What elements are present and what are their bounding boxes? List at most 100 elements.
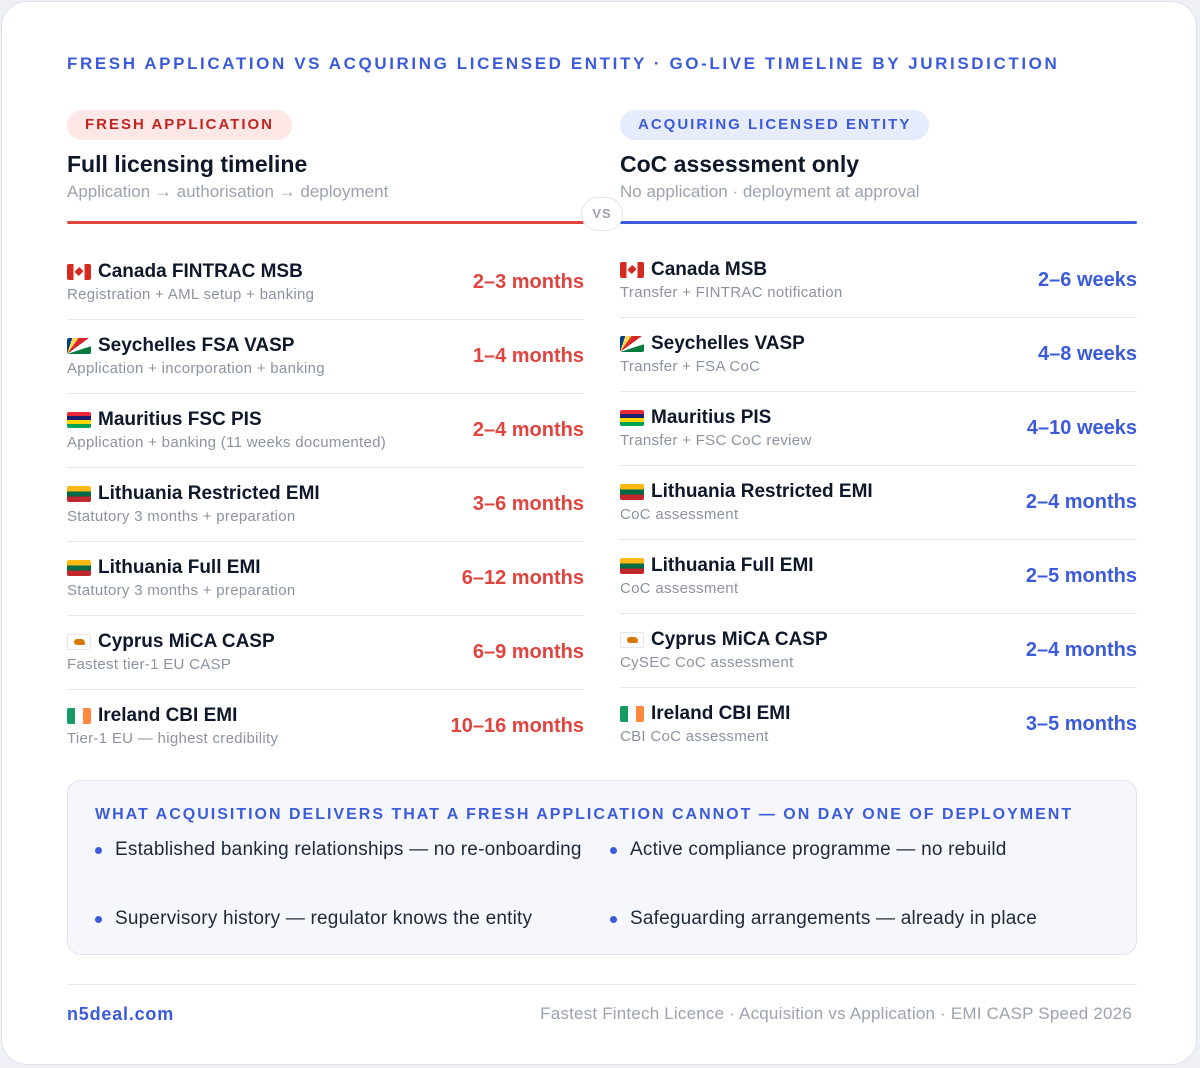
jurisdiction-name: Seychelles FSA VASP — [67, 335, 294, 357]
lithuania-flag-icon — [67, 486, 91, 502]
list-item: Ireland CBI EMI CBI CoC assessment 3–5 m… — [620, 688, 1137, 762]
jurisdiction-name: Ireland CBI EMI — [67, 705, 237, 727]
jurisdiction-description: Application + incorporation + banking — [67, 360, 325, 377]
jurisdiction-label: Cyprus MiCA CASP — [651, 629, 828, 650]
jurisdiction-description: Transfer + FSC CoC review — [620, 432, 812, 449]
list-item: Seychelles FSA VASP Application + incorp… — [67, 320, 584, 394]
timeline-value: 6–9 months — [472, 641, 584, 663]
jurisdiction-description: CySEC CoC assessment — [620, 654, 794, 671]
fresh-application-column-header: FRESH APPLICATION Full licensing timelin… — [67, 110, 584, 224]
list-item: Lithuania Full EMI Statutory 3 months + … — [67, 542, 584, 616]
lithuania-flag-icon — [620, 484, 644, 500]
jurisdiction-name: Ireland CBI EMI — [620, 703, 790, 725]
timeline-value: 2–5 months — [1025, 565, 1137, 587]
jurisdiction-description: Statutory 3 months + preparation — [67, 508, 296, 525]
jurisdiction-label: Cyprus MiCA CASP — [98, 631, 275, 652]
jurisdiction-description: Statutory 3 months + preparation — [67, 582, 296, 599]
timeline-value: 1–4 months — [472, 345, 584, 367]
mauritius-flag-icon — [67, 412, 91, 428]
timeline-value: 2–3 months — [472, 271, 584, 293]
jurisdiction-name: Lithuania Full EMI — [620, 555, 814, 577]
jurisdiction-label: Mauritius PIS — [651, 407, 772, 428]
jurisdiction-label: Lithuania Restricted EMI — [98, 483, 320, 504]
jurisdiction-name: Cyprus MiCA CASP — [67, 631, 275, 653]
jurisdiction-name: Lithuania Full EMI — [67, 557, 261, 579]
acquisition-pill: ACQUIRING LICENSED ENTITY — [620, 110, 930, 140]
jurisdiction-description: CoC assessment — [620, 506, 739, 523]
infographic-title: FRESH APPLICATION VS ACQUIRING LICENSED … — [67, 54, 1060, 73]
acquisition-heading: CoC assessment only — [620, 151, 860, 177]
footer-brand-link[interactable]: n5deal.com — [67, 1004, 174, 1025]
list-item: Lithuania Restricted EMI CoC assessment … — [620, 466, 1137, 540]
footer-caption: Fastest Fintech Licence · Acquisition vs… — [540, 1004, 1132, 1023]
list-item: Seychelles VASP Transfer + FSA CoC 4–8 w… — [620, 318, 1137, 392]
jurisdiction-description: Fastest tier-1 EU CASP — [67, 656, 232, 673]
acquisition-divider — [620, 221, 1137, 224]
jurisdiction-name: Lithuania Restricted EMI — [620, 481, 873, 503]
jurisdiction-name: Lithuania Restricted EMI — [67, 483, 320, 505]
jurisdiction-name: Cyprus MiCA CASP — [620, 629, 828, 651]
canada-flag-icon — [620, 262, 644, 278]
jurisdiction-name: Canada MSB — [620, 259, 767, 281]
lithuania-flag-icon — [620, 558, 644, 574]
lithuania-flag-icon — [67, 560, 91, 576]
list-item: Lithuania Restricted EMI Statutory 3 mon… — [67, 468, 584, 542]
footer-divider — [67, 984, 1137, 985]
list-item: Lithuania Full EMI CoC assessment 2–5 mo… — [620, 540, 1137, 614]
fresh-application-subtitle: Application → authorisation → deployment — [67, 182, 389, 201]
jurisdiction-label: Ireland CBI EMI — [651, 703, 791, 724]
list-item: Cyprus MiCA CASP CySEC CoC assessment 2–… — [620, 614, 1137, 688]
jurisdiction-label: Mauritius FSC PIS — [98, 409, 262, 430]
timeline-value: 2–6 weeks — [1038, 269, 1137, 291]
list-item: Canada FINTRAC MSB Registration + AML se… — [67, 246, 584, 320]
jurisdiction-label: Lithuania Full EMI — [98, 557, 261, 578]
list-item: Mauritius FSC PIS Application + banking … — [67, 394, 584, 468]
ireland-flag-icon — [67, 708, 91, 724]
list-item: Canada MSB Transfer + FINTRAC notificati… — [620, 244, 1137, 318]
timeline-value: 3–5 months — [1025, 713, 1137, 735]
timeline-value: 6–12 months — [461, 567, 584, 589]
seychelles-flag-icon — [67, 338, 91, 354]
ireland-flag-icon — [620, 706, 644, 722]
jurisdiction-description: Application + banking (11 weeks document… — [67, 434, 387, 451]
jurisdiction-label: Seychelles FSA VASP — [98, 335, 295, 356]
seychelles-flag-icon — [620, 336, 644, 352]
jurisdiction-label: Canada MSB — [651, 259, 768, 280]
list-item: Ireland CBI EMI Tier-1 EU — highest cred… — [67, 690, 584, 764]
jurisdiction-description: Registration + AML setup + banking — [67, 286, 315, 303]
vs-badge: VS — [581, 197, 623, 231]
cyprus-flag-icon — [67, 634, 91, 650]
acquisition-list: Canada MSB Transfer + FINTRAC notificati… — [620, 244, 1137, 762]
benefit-item: Active compliance programme — no rebuild — [610, 836, 1100, 863]
jurisdiction-label: Ireland CBI EMI — [98, 705, 238, 726]
jurisdiction-description: CBI CoC assessment — [620, 728, 769, 745]
benefits-panel-title: WHAT ACQUISITION DELIVERS THAT A FRESH A… — [95, 806, 1074, 823]
benefit-item: Established banking relationships — no r… — [95, 836, 585, 863]
acquisition-subtitle: No application · deployment at approval — [620, 182, 920, 201]
jurisdiction-name: Canada FINTRAC MSB — [67, 261, 303, 283]
jurisdiction-description: CoC assessment — [620, 580, 739, 597]
timeline-value: 4–8 weeks — [1038, 343, 1137, 365]
timeline-value: 10–16 months — [450, 715, 584, 737]
cyprus-flag-icon — [620, 632, 644, 648]
fresh-application-list: Canada FINTRAC MSB Registration + AML se… — [67, 246, 584, 764]
fresh-application-divider — [67, 221, 584, 224]
jurisdiction-label: Seychelles VASP — [651, 333, 805, 354]
jurisdiction-label: Lithuania Full EMI — [651, 555, 814, 576]
mauritius-flag-icon — [620, 410, 644, 426]
timeline-value: 4–10 weeks — [1026, 417, 1137, 439]
jurisdiction-label: Lithuania Restricted EMI — [651, 481, 873, 502]
jurisdiction-name: Mauritius PIS — [620, 407, 771, 429]
list-item: Cyprus MiCA CASP Fastest tier-1 EU CASP … — [67, 616, 584, 690]
jurisdiction-description: Transfer + FINTRAC notification — [620, 284, 843, 301]
timeline-value: 2–4 months — [472, 419, 584, 441]
timeline-value: 2–4 months — [1025, 491, 1137, 513]
jurisdiction-description: Transfer + FSA CoC — [620, 358, 761, 375]
fresh-application-heading: Full licensing timeline — [67, 151, 308, 177]
jurisdiction-name: Mauritius FSC PIS — [67, 409, 262, 431]
fresh-application-pill: FRESH APPLICATION — [67, 110, 293, 140]
list-item: Mauritius PIS Transfer + FSC CoC review … — [620, 392, 1137, 466]
jurisdiction-name: Seychelles VASP — [620, 333, 805, 355]
acquisition-column-header: ACQUIRING LICENSED ENTITY CoC assessment… — [620, 110, 1137, 224]
timeline-value: 3–6 months — [472, 493, 584, 515]
